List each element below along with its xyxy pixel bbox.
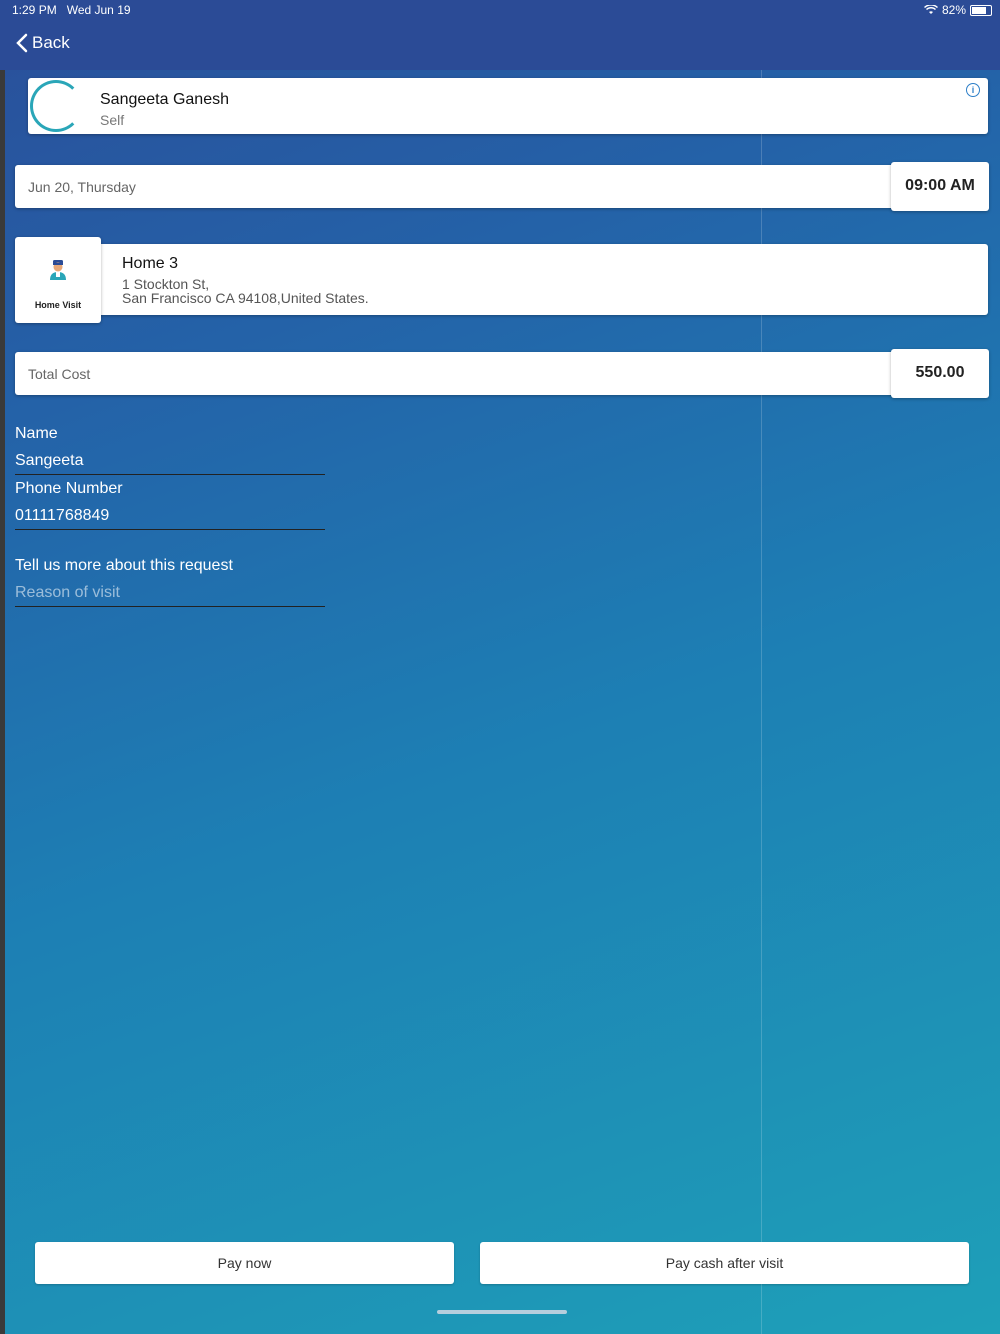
info-icon[interactable]: i [966, 83, 980, 97]
date-field[interactable]: Jun 20, Thursday [15, 165, 895, 208]
address-card[interactable]: Home 3 1 Stockton St, San Francisco CA 9… [98, 244, 988, 315]
date-text: Jun 20, Thursday [28, 179, 136, 195]
battery-percent: 82% [941, 3, 966, 17]
time-field[interactable]: 09:00 AM [891, 162, 989, 211]
name-input[interactable] [15, 450, 325, 475]
reason-label: Tell us more about this request [15, 557, 233, 574]
back-label: Back [32, 33, 70, 52]
address-line-2: San Francisco CA 94108,United States. [122, 290, 369, 306]
total-cost-value: 550.00 [915, 364, 965, 381]
battery-icon [970, 4, 992, 16]
phone-label: Phone Number [15, 480, 123, 497]
total-cost-label: Total Cost [28, 366, 91, 382]
doctor-icon [50, 260, 66, 280]
home-indicator[interactable] [437, 1310, 567, 1314]
back-button[interactable]: Back [16, 33, 70, 53]
chevron-left-icon [16, 33, 28, 53]
address-title: Home 3 [122, 255, 179, 272]
name-label: Name [15, 425, 58, 442]
wifi-icon [923, 5, 938, 14]
status-time: 1:29 PM [12, 3, 57, 17]
status-bar-time: 1:29 PM Wed Jun 19 [12, 3, 131, 17]
profile-relation: Self [100, 112, 125, 128]
status-date: Wed Jun 19 [66, 3, 131, 17]
total-cost-row: Total Cost [15, 352, 895, 395]
visit-type-card[interactable]: Home Visit [15, 237, 101, 323]
visit-type-label: Home Visit [34, 300, 82, 310]
profile-name: Sangeeta Ganesh [100, 91, 229, 108]
pay-now-button[interactable]: Pay now [35, 1242, 454, 1284]
profile-card[interactable]: Sangeeta Ganesh Self i [28, 78, 988, 134]
total-cost-value-box: 550.00 [891, 349, 989, 398]
avatar [30, 80, 82, 132]
phone-input[interactable] [15, 505, 325, 530]
pay-cash-button[interactable]: Pay cash after visit [480, 1242, 969, 1284]
reason-input[interactable] [15, 582, 325, 607]
status-bar-right: 82% [923, 3, 992, 17]
patient-form: Name Phone Number Tell us more about thi… [15, 424, 325, 607]
left-edge [0, 0, 5, 1334]
navigation-bar [0, 0, 1000, 70]
time-text: 09:00 AM [905, 177, 975, 194]
